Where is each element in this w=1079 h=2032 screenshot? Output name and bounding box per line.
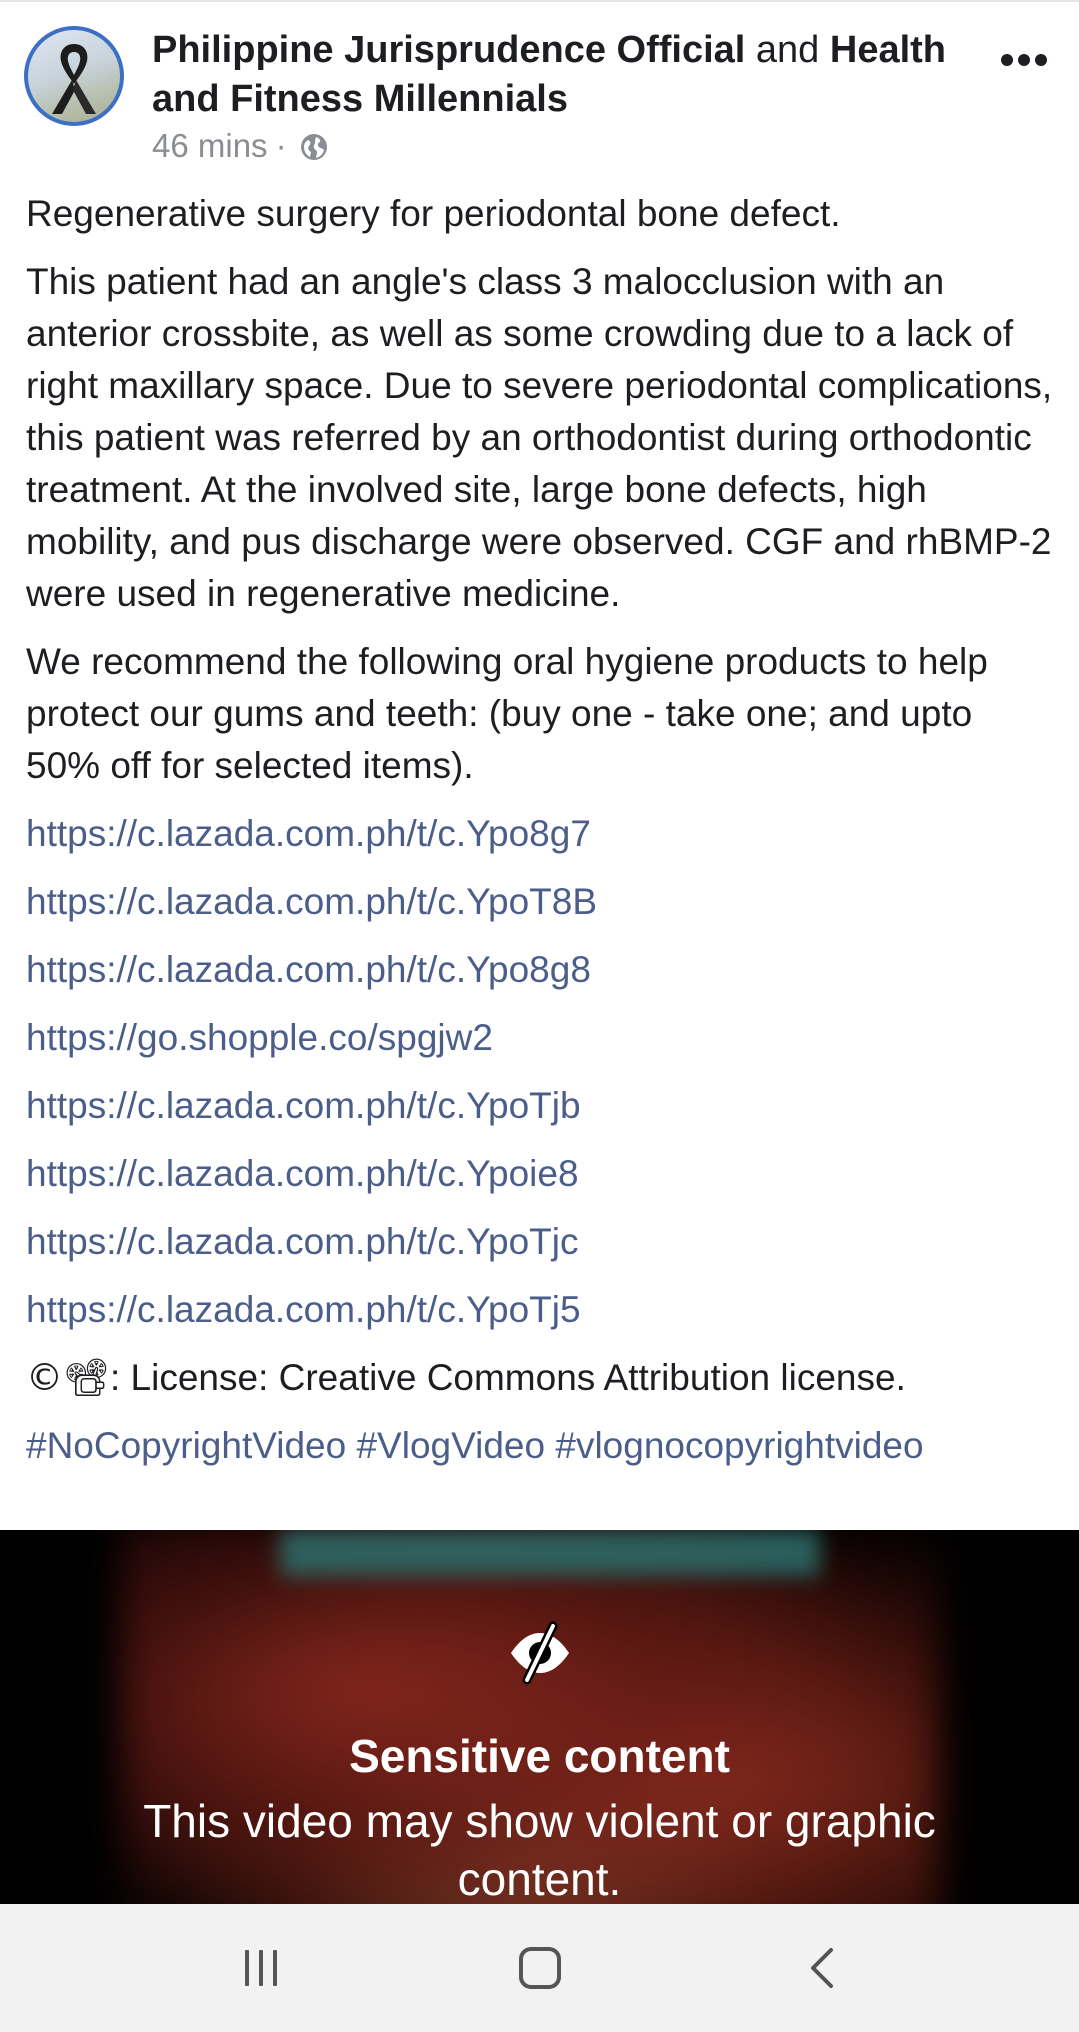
license-line: ©📽: License: Creative Commons Attributio… <box>26 1352 1056 1404</box>
recent-apps-button[interactable] <box>191 1904 331 2032</box>
hashtag-link[interactable]: #vlognocopyrightvideo <box>555 1425 923 1466</box>
post-paragraph-2: We recommend the following oral hygiene … <box>26 641 988 786</box>
product-link[interactable]: https://c.lazada.com.ph/t/c.YpoTjc <box>26 1216 1056 1284</box>
post-paragraph-1: This patient had an angle's class 3 malo… <box>26 261 1053 614</box>
author-avatar[interactable] <box>24 26 124 126</box>
sensitive-content-title: Sensitive content <box>349 1730 730 1782</box>
sensitive-content-description: This video may show violent or graphic c… <box>143 1795 936 1904</box>
hashtag-line: #NoCopyrightVideo #VlogVideo #vlognocopy… <box>26 1420 1056 1472</box>
post-body: Regenerative surgery for periodontal bon… <box>26 188 1056 1488</box>
globe-icon <box>299 131 329 161</box>
android-navigation-bar <box>0 1904 1079 2032</box>
hashtag-link[interactable]: #NoCopyrightVideo <box>26 1425 346 1466</box>
meta-separator: · <box>275 127 287 164</box>
home-button[interactable] <box>470 1904 610 2032</box>
product-link[interactable]: https://c.lazada.com.ph/t/c.YpoTj5 <box>26 1284 1056 1352</box>
black-ribbon-icon <box>52 44 96 114</box>
post-authors: Philippine Jurisprudence Official and He… <box>152 26 972 124</box>
license-emoji: ©📽 <box>26 1356 110 1399</box>
product-links: https://c.lazada.com.ph/t/c.Ypo8g7 https… <box>26 808 1056 1352</box>
blurred-video-top <box>280 1530 820 1576</box>
back-icon <box>811 1948 833 1988</box>
sensitive-video-overlay[interactable]: Sensitive content This video may show vi… <box>0 1530 1079 1904</box>
product-link[interactable]: https://c.lazada.com.ph/t/c.Ypo8g8 <box>26 944 1056 1012</box>
recent-apps-icon <box>245 1950 277 1986</box>
authors-connector: and <box>755 29 820 71</box>
product-link[interactable]: https://c.lazada.com.ph/t/c.YpoT8B <box>26 876 1056 944</box>
eye-slash-icon <box>507 1620 573 1686</box>
post-title-text: Regenerative surgery for periodontal bon… <box>26 193 841 234</box>
author-link-1[interactable]: Philippine Jurisprudence Official <box>152 29 745 71</box>
post-header: Philippine Jurisprudence Official and He… <box>0 0 1079 180</box>
more-options-icon <box>1001 54 1047 66</box>
home-icon <box>519 1947 561 1989</box>
back-button[interactable] <box>753 1904 893 2032</box>
post-timestamp[interactable]: 46 mins <box>152 126 268 166</box>
product-link[interactable]: https://c.lazada.com.ph/t/c.YpoTjb <box>26 1080 1056 1148</box>
product-link[interactable]: https://go.shopple.co/spgjw2 <box>26 1012 1056 1080</box>
license-text: : License: Creative Commons Attribution … <box>109 1357 906 1398</box>
more-options-button[interactable] <box>996 40 1052 80</box>
product-link[interactable]: https://c.lazada.com.ph/t/c.Ypo8g7 <box>26 808 1056 876</box>
hashtag-link[interactable]: #VlogVideo <box>356 1425 545 1466</box>
product-link[interactable]: https://c.lazada.com.ph/t/c.Ypoie8 <box>26 1148 1056 1216</box>
post-meta: 46 mins · <box>152 126 329 166</box>
